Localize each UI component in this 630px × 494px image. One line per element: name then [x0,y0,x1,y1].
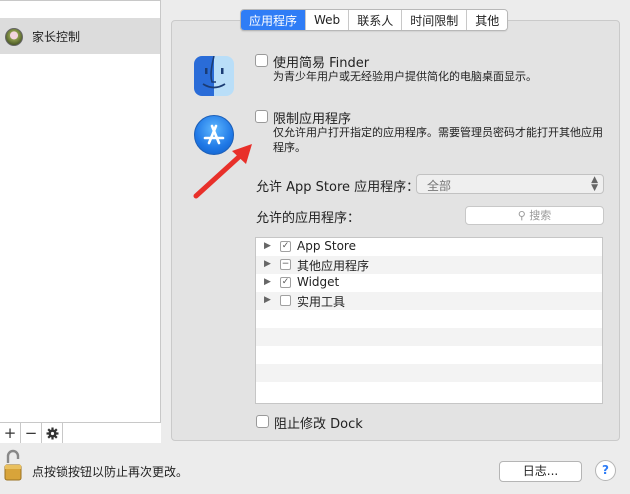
simple-finder-description: 为青少年用户或无经验用户提供简化的电脑桌面显示。 [273,70,537,83]
list-item[interactable]: ▶ ✓ App Store [256,238,602,256]
empty-row [256,310,602,328]
app-store-label: 允许 App Store 应用程序： [256,180,420,195]
gear-icon[interactable] [42,423,63,443]
tab-bar: 应用程序 Web 联系人 时间限制 其他 [240,9,509,31]
tab-apps[interactable]: 应用程序 [241,10,307,30]
list-item[interactable]: ▶ ✓ Widget [256,274,602,292]
app-store-popup[interactable]: 全部 ▲ ▼ [416,174,604,194]
red-arrow-icon [193,144,252,199]
tab-time-limits[interactable]: 时间限制 [402,10,468,30]
disclosure-triangle-icon[interactable]: ▶ [264,277,271,287]
lock-icon[interactable] [4,449,22,481]
help-button[interactable]: ? [595,460,616,481]
disclosure-triangle-icon[interactable]: ▶ [264,295,271,305]
finder-icon [194,56,234,96]
lock-hint-text: 点按锁按钮以防止再次更改。 [32,465,189,479]
empty-row [256,382,602,400]
disclosure-triangle-icon[interactable]: ▶ [264,241,271,251]
search-placeholder: 搜索 [529,209,552,222]
sidebar-item-parental-controls[interactable]: 家长控制 [0,18,160,54]
app-checkbox[interactable]: − [280,259,291,270]
remove-user-button[interactable]: − [21,423,42,443]
log-button[interactable]: 日志... [499,461,582,482]
block-dock-checkbox[interactable] [256,415,269,428]
tab-web[interactable]: Web [306,10,350,30]
disclosure-triangle-icon[interactable]: ▶ [264,259,271,269]
list-item-label: 其他应用程序 [297,259,370,273]
restrict-apps-description: 仅允许用户打开指定的应用程序。需要管理员密码才能打开其他应用程序。 [273,126,603,154]
empty-row [256,364,602,382]
tab-contacts[interactable]: 联系人 [349,10,403,30]
list-item-label: 实用工具 [297,295,346,309]
block-dock-label: 阻止修改 Dock [274,417,363,432]
empty-row [256,328,602,346]
tab-other[interactable]: 其他 [467,10,508,30]
search-input[interactable]: ⚲ 搜索 [465,206,604,225]
app-checkbox[interactable]: ✓ [280,277,291,288]
user-sidebar: 家长控制 + − [0,0,161,443]
sidebar-item-label: 家长控制 [32,30,81,44]
search-icon: ⚲ [517,209,526,222]
empty-row [256,346,602,364]
allowed-apps-list: ▶ ✓ App Store ▶ − 其他应用程序 ▶ ✓ Widget ▶ 实用… [255,237,603,404]
add-user-button[interactable]: + [0,423,21,443]
allowed-apps-label: 允许的应用程序： [256,211,361,226]
simple-finder-checkbox[interactable] [255,54,268,67]
restrict-apps-checkbox[interactable] [255,110,268,123]
user-avatar [5,28,23,46]
sidebar-toolbar: + − [0,422,161,443]
list-item[interactable]: ▶ − 其他应用程序 [256,256,602,274]
app-store-popup-value: 全部 [427,179,452,193]
chevron-updown-icon: ▲ ▼ [591,175,598,193]
list-item-label: App Store [297,239,356,253]
list-item[interactable]: ▶ 实用工具 [256,292,602,310]
app-checkbox[interactable]: ✓ [280,241,291,252]
app-checkbox[interactable] [280,295,291,306]
list-item-label: Widget [297,275,340,289]
